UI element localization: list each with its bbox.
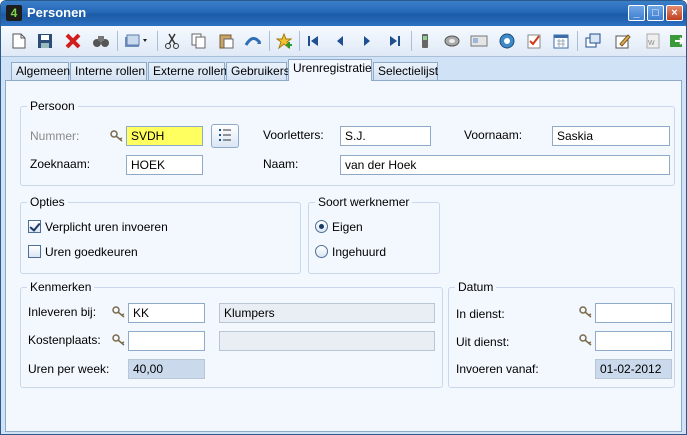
inleveren-name-field: Klumpers	[219, 303, 435, 323]
first-record-icon[interactable]	[301, 30, 325, 52]
urenregistratie-panel: Persoon Nummer: SVDH Voorletters: S.J. V…	[5, 80, 682, 432]
uit-dienst-label: Uit dienst:	[456, 335, 510, 349]
list-button[interactable]	[211, 124, 239, 148]
tab-urenregistratie[interactable]: Urenregistratie	[288, 59, 372, 81]
toolbar-separator	[269, 31, 270, 51]
kostenplaats-code-input[interactable]	[128, 331, 205, 351]
export-icon[interactable]	[668, 30, 686, 52]
previous-record-icon[interactable]	[328, 30, 352, 52]
lookup-key-icon[interactable]	[110, 130, 124, 142]
ingehuurd-label[interactable]: Ingehuurd	[332, 245, 386, 259]
inleveren-bij-label: Inleveren bij:	[28, 305, 97, 319]
checklist-icon[interactable]	[522, 30, 546, 52]
toolbar-separator	[577, 31, 578, 51]
uren-goedkeuren-checkbox[interactable]	[28, 245, 41, 258]
soort-werknemer-group-title: Soort werknemer	[315, 195, 413, 209]
toolbar-separator	[157, 31, 158, 51]
save-icon[interactable]	[33, 30, 57, 52]
persoon-group-title: Persoon	[27, 99, 78, 113]
soort-werknemer-group: Soort werknemer Eigen Ingehuurd	[308, 195, 440, 274]
word-icon[interactable]: W	[641, 30, 665, 52]
svg-text:W: W	[648, 40, 655, 47]
delete-icon[interactable]	[61, 30, 85, 52]
persoon-group: Persoon Nummer: SVDH Voorletters: S.J. V…	[20, 99, 675, 186]
lookup-key-icon[interactable]	[112, 334, 126, 346]
eigen-radio[interactable]	[315, 220, 328, 233]
naam-label: Naam:	[263, 157, 299, 171]
edit-icon[interactable]	[611, 30, 635, 52]
close-button[interactable]: ×	[666, 5, 683, 21]
link-icon[interactable]	[440, 30, 464, 52]
new-document-icon[interactable]	[7, 30, 31, 52]
toolbar: W	[1, 26, 686, 57]
app-icon: 4	[6, 5, 22, 21]
uren-per-week-field: 40,00	[128, 359, 205, 379]
in-dienst-input[interactable]	[595, 303, 672, 323]
toolbar-separator	[117, 31, 118, 51]
datum-group-title: Datum	[455, 280, 497, 294]
tab-externe-rollen[interactable]: Externe rollen	[148, 62, 227, 80]
copy-icon[interactable]	[187, 30, 211, 52]
ingehuurd-radio[interactable]	[315, 245, 328, 258]
lookup-key-icon[interactable]	[112, 306, 126, 318]
title-bar[interactable]: 4 Personen _ □ ×	[1, 1, 686, 26]
paste-icon[interactable]	[214, 30, 238, 52]
eigen-label[interactable]: Eigen	[332, 220, 363, 234]
opties-group-title: Opties	[27, 195, 68, 209]
invoeren-vanaf-field: 01-02-2012	[595, 359, 672, 379]
windows-icon[interactable]	[581, 30, 605, 52]
card-icon[interactable]	[467, 30, 491, 52]
inleveren-code-input[interactable]: KK	[128, 303, 205, 323]
uit-dienst-input[interactable]	[595, 331, 672, 351]
favorite-add-icon[interactable]	[273, 30, 297, 52]
kenmerken-group: Kenmerken Inleveren bij: KK Klumpers Kos…	[20, 280, 443, 388]
uren-goedkeuren-label[interactable]: Uren goedkeuren	[45, 245, 138, 259]
in-dienst-label: In dienst:	[456, 307, 505, 321]
maximize-button[interactable]: □	[647, 5, 664, 21]
folder-dropdown-icon[interactable]	[121, 30, 153, 52]
kostenplaats-label: Kostenplaats:	[28, 333, 101, 347]
uren-per-week-label: Uren per week:	[28, 362, 110, 376]
tab-strip: Algemeen Interne rollen Externe rollen G…	[1, 57, 686, 81]
verplicht-uren-label[interactable]: Verplicht uren invoeren	[45, 220, 168, 234]
binoculars-icon[interactable]	[89, 30, 113, 52]
voorletters-label: Voorletters:	[263, 128, 324, 142]
kenmerken-group-title: Kenmerken	[27, 280, 95, 294]
persons-window: 4 Personen _ □ × W Algemeen Interne roll…	[0, 0, 687, 435]
next-record-icon[interactable]	[355, 30, 379, 52]
opties-group: Opties Verplicht uren invoeren Uren goed…	[20, 195, 301, 274]
tab-gebruikers[interactable]: Gebruikers	[226, 62, 290, 80]
phone-icon[interactable]	[413, 30, 437, 52]
list-icon	[219, 129, 231, 141]
last-record-icon[interactable]	[383, 30, 407, 52]
cut-icon[interactable]	[160, 30, 184, 52]
tab-selectielijst[interactable]: Selectielijst	[373, 62, 438, 80]
window-title: Personen	[27, 5, 87, 20]
nummer-input[interactable]: SVDH	[126, 126, 203, 146]
tab-algemeen[interactable]: Algemeen	[11, 62, 70, 80]
tab-interne-rollen[interactable]: Interne rollen	[70, 62, 147, 80]
kostenplaats-name-field	[219, 331, 435, 351]
calendar-icon[interactable]	[549, 30, 573, 52]
calendar-lookup-icon[interactable]	[579, 334, 593, 346]
zoeknaam-input[interactable]: HOEK	[126, 155, 203, 175]
refresh-icon[interactable]	[241, 30, 265, 52]
voornaam-input[interactable]: Saskia	[552, 126, 670, 146]
voornaam-label: Voornaam:	[464, 128, 523, 142]
web-icon[interactable]	[495, 30, 519, 52]
naam-input[interactable]: van der Hoek	[340, 155, 670, 175]
voorletters-input[interactable]: S.J.	[340, 126, 431, 146]
zoeknaam-label: Zoeknaam:	[30, 157, 91, 171]
nummer-label: Nummer:	[30, 129, 80, 143]
datum-group: Datum In dienst: Uit dienst: Invoeren va…	[448, 280, 675, 388]
toolbar-separator	[299, 31, 300, 51]
minimize-button[interactable]: _	[628, 5, 645, 21]
toolbar-separator	[411, 31, 412, 51]
invoeren-vanaf-label: Invoeren vanaf:	[456, 362, 539, 376]
verplicht-uren-checkbox[interactable]	[28, 220, 41, 233]
calendar-lookup-icon[interactable]	[579, 306, 593, 318]
